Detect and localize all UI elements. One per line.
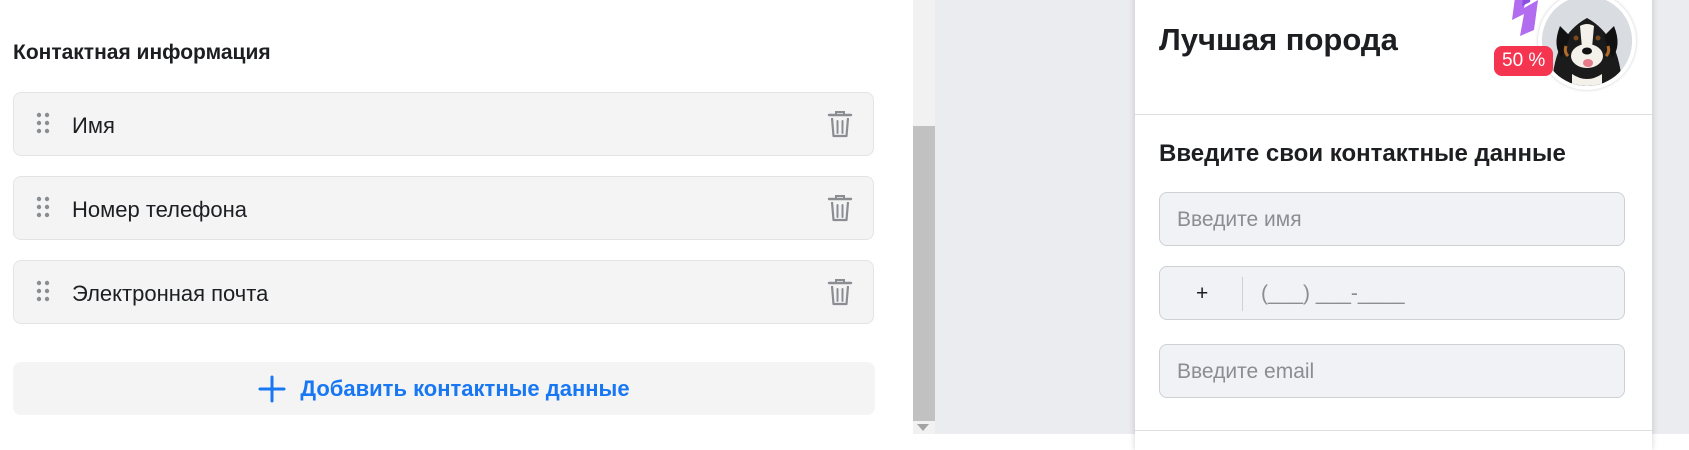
dog-image	[1542, 0, 1632, 86]
scrollbar[interactable]	[913, 0, 935, 434]
phone-separator	[1242, 277, 1243, 311]
name-placeholder: Введите имя	[1177, 208, 1302, 231]
scroll-down-arrow-icon[interactable]	[917, 424, 929, 431]
add-contact-button[interactable]: Добавить контактные данные	[13, 362, 875, 415]
bottom-divider	[1135, 430, 1652, 431]
email-placeholder: Введите email	[1177, 360, 1315, 383]
form-heading: Введите свои контактные данные	[1159, 140, 1566, 167]
email-field[interactable]: Введите email	[1159, 344, 1625, 398]
name-field[interactable]: Введите имя	[1159, 192, 1625, 246]
phone-prefix[interactable]: +	[1196, 282, 1208, 306]
contact-item-label: Номер телефона	[72, 197, 247, 222]
add-contact-label: Добавить контактные данные	[300, 375, 630, 401]
contact-item-name[interactable]: Имя	[13, 92, 874, 156]
preview-card: Лучшая порода 50 % Введите свои контактн…	[1135, 0, 1652, 450]
contact-editor-panel: Контактная информация Имя Номер телефона	[0, 0, 913, 434]
discount-badge: 50 %	[1494, 46, 1554, 76]
avatar-group: 50 %	[1494, 0, 1652, 102]
trash-icon[interactable]	[827, 193, 853, 223]
contact-item-phone[interactable]: Номер телефона	[13, 176, 874, 240]
phone-field[interactable]: + (___) ___-____	[1159, 266, 1625, 320]
drag-handle-icon[interactable]	[36, 112, 50, 134]
section-title: Контактная информация	[13, 41, 271, 64]
divider	[1135, 114, 1652, 115]
drag-handle-icon[interactable]	[36, 280, 50, 302]
contact-item-label: Имя	[72, 113, 115, 138]
scrollbar-thumb[interactable]	[913, 126, 935, 421]
drag-handle-icon[interactable]	[36, 196, 50, 218]
contact-item-label: Электронная почта	[72, 281, 269, 306]
phone-mask: (___) ___-____	[1261, 282, 1405, 305]
trash-icon[interactable]	[827, 277, 853, 307]
plus-icon	[258, 375, 286, 402]
contact-item-email[interactable]: Электронная почта	[13, 260, 874, 324]
trash-icon[interactable]	[827, 109, 853, 139]
preview-title: Лучшая порода	[1159, 22, 1398, 57]
